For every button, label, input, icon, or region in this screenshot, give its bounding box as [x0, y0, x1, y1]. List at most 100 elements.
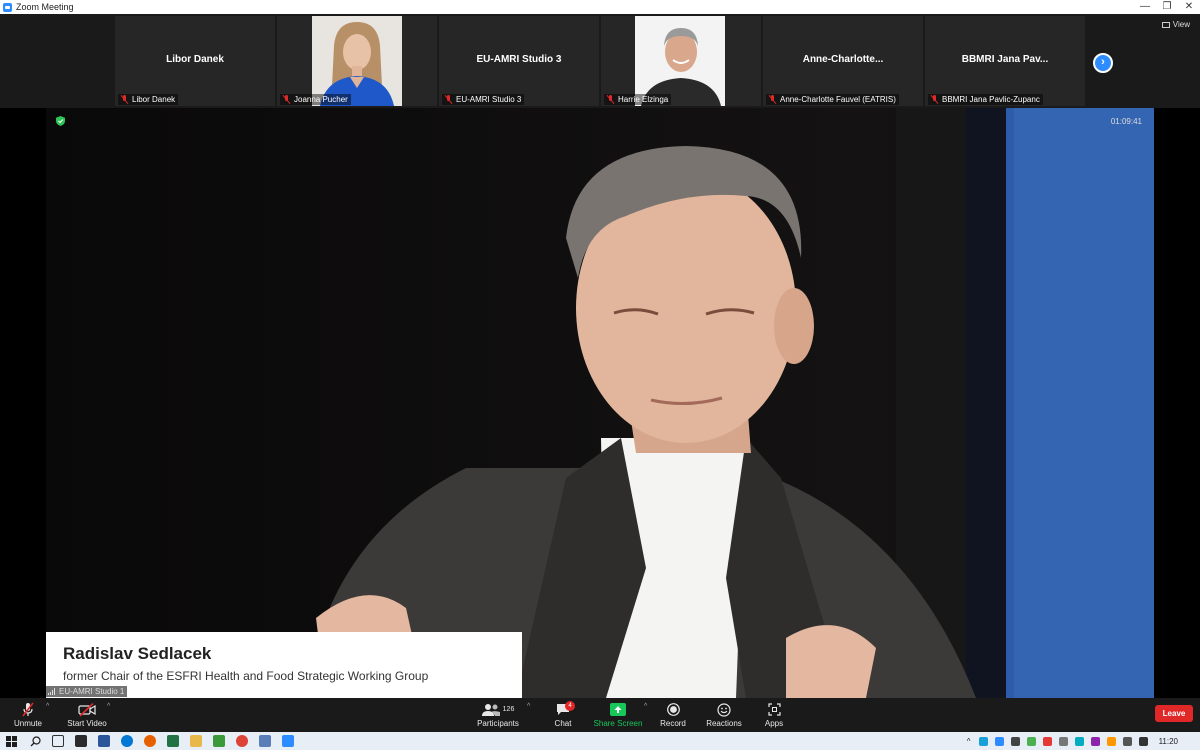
document-app-icon[interactable] [259, 735, 271, 747]
chat-unread-badge: 4 [565, 701, 575, 711]
woman-portrait-image [312, 16, 402, 106]
file-explorer-icon[interactable] [190, 735, 202, 747]
system-tray: ^ 11:20 [967, 732, 1200, 750]
muted-mic-icon [931, 95, 938, 104]
participant-label-text: EU-AMRI Studio 3 [456, 95, 522, 104]
participant-label: Anne-Charlotte Fauvel (EATRIS) [766, 94, 899, 105]
participant-display-name: EU-AMRI Studio 3 [476, 54, 562, 65]
taskbar-clock[interactable]: 11:20 [1159, 737, 1178, 746]
share-screen-label: Share Screen [593, 719, 643, 728]
muted-mic-icon [769, 95, 776, 104]
view-label: View [1172, 20, 1190, 29]
search-icon[interactable] [30, 735, 41, 747]
record-button[interactable]: Record [658, 701, 688, 728]
tray-app-icon[interactable] [1058, 736, 1068, 746]
share-options-caret[interactable]: ^ [644, 703, 647, 710]
start-video-label: Start Video [67, 719, 107, 728]
participant-tile[interactable]: Harrie Elzinga [601, 16, 761, 106]
chrome-browser-icon[interactable] [236, 735, 248, 747]
tray-zoom-icon[interactable] [994, 736, 1004, 746]
firefox-browser-icon[interactable] [144, 735, 156, 747]
active-speaker-video: 01:09:41 Radislav Sedlacek former Chair … [46, 108, 1154, 698]
meeting-toolbar: Unmute ^ Start Video ^ 126 Participants … [0, 698, 1200, 732]
muted-microphone-icon [22, 702, 34, 717]
participant-tile[interactable]: Joanna Pucher [277, 16, 437, 106]
edge-browser-icon[interactable] [121, 735, 133, 747]
tray-app-icon[interactable] [1026, 736, 1036, 746]
unmute-label: Unmute [13, 719, 42, 728]
tray-app-icon[interactable] [1042, 736, 1052, 746]
windows-start-icon[interactable] [6, 735, 17, 747]
muted-mic-icon [283, 95, 290, 104]
windows-taskbar: ^ 11:20 [0, 732, 1200, 750]
tray-app-icon[interactable] [1090, 736, 1100, 746]
close-button[interactable]: ✕ [1178, 0, 1200, 14]
reactions-icon [717, 702, 731, 717]
participant-label-text: Libor Danek [132, 95, 176, 104]
tray-app-icon[interactable] [978, 736, 988, 746]
start-video-button[interactable]: Start Video [64, 701, 110, 728]
participant-label-text: Anne-Charlotte Fauvel (EATRIS) [780, 95, 896, 104]
participant-label: Joanna Pucher [280, 94, 351, 105]
record-label: Record [660, 719, 686, 728]
participant-strip: Libor Danek Libor Danek Joanna Pucher EU… [0, 14, 1200, 108]
video-off-icon [78, 702, 96, 717]
show-hidden-icons-caret[interactable]: ^ [967, 737, 971, 746]
participants-options-caret[interactable]: ^ [527, 703, 530, 710]
tray-app-icon[interactable] [1074, 736, 1084, 746]
minimize-button[interactable]: — [1134, 0, 1156, 14]
participant-label: Harrie Elzinga [604, 94, 672, 105]
participant-photo [635, 16, 725, 106]
chat-button[interactable]: 4 Chat [548, 701, 578, 728]
participant-label-text: Joanna Pucher [294, 95, 348, 104]
tray-app-icon[interactable] [1010, 736, 1020, 746]
participant-label-text: BBMRI Jana Pavlic-Zupanc [942, 95, 1040, 104]
apps-button[interactable]: Apps [760, 701, 788, 728]
tray-app-icon[interactable] [1106, 736, 1116, 746]
excel-app-icon[interactable] [167, 735, 179, 747]
speaker-video-image [46, 108, 1154, 698]
unmute-button[interactable]: Unmute [10, 701, 46, 728]
apps-label: Apps [764, 719, 784, 728]
encryption-shield-icon[interactable] [56, 116, 65, 126]
participant-count: 126 [502, 706, 515, 713]
meeting-timer: 01:09:41 [1110, 117, 1142, 126]
apps-icon [767, 703, 781, 716]
share-screen-button[interactable]: Share Screen [593, 701, 643, 728]
leave-button[interactable]: Leave [1155, 705, 1193, 722]
video-options-caret[interactable]: ^ [107, 703, 110, 710]
participant-tile[interactable]: BBMRI Jana Pav... BBMRI Jana Pavlic-Zupa… [925, 16, 1085, 106]
participants-label: Participants [477, 719, 519, 728]
view-button[interactable]: View [1161, 20, 1190, 29]
active-participant-label: EU-AMRI Studio 1 [46, 686, 128, 697]
title-bar: Zoom Meeting — ❐ ✕ [0, 0, 1200, 14]
audio-options-caret[interactable]: ^ [46, 703, 49, 710]
participant-display-name: Anne-Charlotte... [802, 54, 884, 65]
signal-strength-icon [48, 688, 56, 695]
maximize-button[interactable]: ❐ [1156, 0, 1178, 14]
participant-tile[interactable]: Anne-Charlotte... Anne-Charlotte Fauvel … [763, 16, 923, 106]
participant-display-name: BBMRI Jana Pav... [961, 54, 1049, 65]
word-app-icon[interactable] [98, 735, 110, 747]
zoom-window: Zoom Meeting — ❐ ✕ Libor Danek Libor Dan… [0, 0, 1200, 750]
green-app-icon[interactable] [213, 735, 225, 747]
participants-button[interactable]: 126 Participants [475, 701, 521, 728]
task-view-icon[interactable] [52, 735, 64, 747]
next-page-button[interactable]: › [1093, 53, 1113, 73]
zoom-taskbar-icon[interactable] [282, 735, 294, 747]
network-icon[interactable] [1122, 736, 1132, 746]
window-title: Zoom Meeting [16, 2, 74, 12]
participant-photo [312, 16, 402, 106]
speaker-title: former Chair of the ESFRI Health and Foo… [63, 669, 429, 683]
man-portrait-image [635, 16, 725, 106]
gallery-view-icon [1161, 21, 1170, 28]
participant-tile[interactable]: EU-AMRI Studio 3 EU-AMRI Studio 3 [439, 16, 599, 106]
speaker-name: Radislav Sedlacek [63, 644, 212, 663]
active-participant-name: EU-AMRI Studio 1 [59, 687, 125, 696]
terminal-app-icon[interactable] [75, 735, 87, 747]
muted-mic-icon [445, 95, 452, 104]
participant-tile[interactable]: Libor Danek Libor Danek [115, 16, 275, 106]
reactions-button[interactable]: Reactions [704, 701, 744, 728]
volume-muted-icon[interactable] [1138, 736, 1148, 746]
zoom-logo-icon [3, 2, 12, 12]
